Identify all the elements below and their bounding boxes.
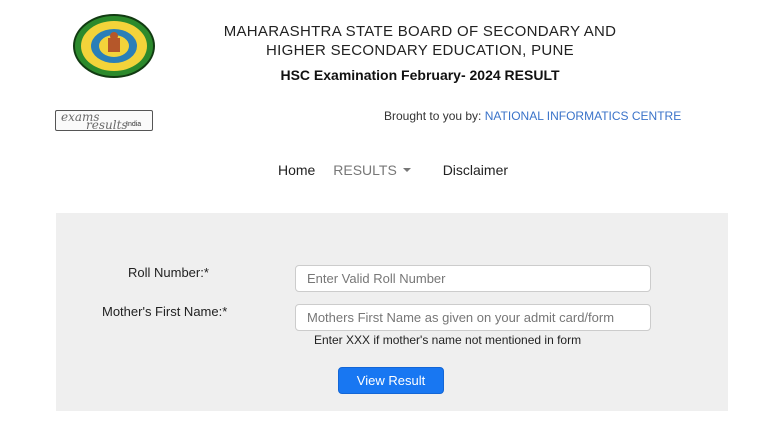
nav-home[interactable]: Home — [278, 162, 315, 178]
nav-results-label: RESULTS — [333, 162, 397, 178]
board-title-line1: MAHARASHTRA STATE BOARD OF SECONDARY AND — [223, 23, 617, 40]
nav-disclaimer[interactable]: Disclaimer — [443, 162, 508, 178]
exams-results-logo-word2: results — [86, 118, 128, 131]
board-seal-logo — [72, 14, 156, 78]
brought-by-text: Brought to you by: NATIONAL INFORMATICS … — [384, 109, 681, 123]
nav-results-dropdown[interactable]: RESULTS — [333, 162, 425, 178]
exam-title: HSC Examination February- 2024 RESULT — [280, 67, 560, 83]
main-nav: Home RESULTS Disclaimer — [278, 162, 522, 178]
roll-number-label: Roll Number:* — [128, 265, 209, 280]
board-title-line2: HIGHER SECONDARY EDUCATION, PUNE — [266, 42, 574, 59]
view-result-button[interactable]: View Result — [338, 367, 444, 394]
mother-name-hint: Enter XXX if mother's name not mentioned… — [314, 333, 582, 347]
brought-by-prefix: Brought to you by: — [384, 109, 482, 123]
exams-results-logo-word3: India — [126, 121, 142, 128]
board-title: MAHARASHTRA STATE BOARD OF SECONDARY AND… — [190, 22, 650, 60]
caret-down-icon — [402, 168, 411, 173]
mother-name-label: Mother's First Name:* — [102, 304, 228, 319]
roll-number-input[interactable] — [295, 265, 651, 292]
exams-results-logo[interactable]: exams results India — [55, 110, 153, 131]
nic-link[interactable]: NATIONAL INFORMATICS CENTRE — [485, 109, 681, 123]
mother-name-input[interactable] — [295, 304, 651, 331]
